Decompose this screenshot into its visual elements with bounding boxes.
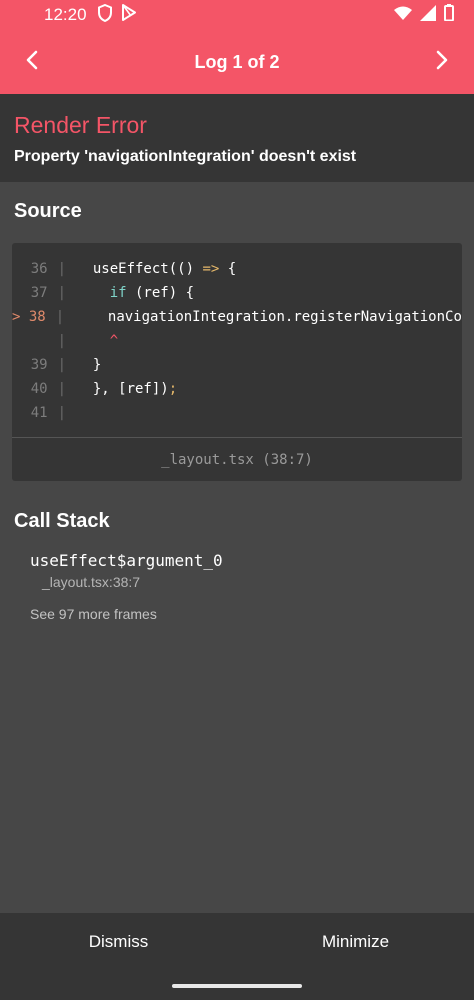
line-number: 37 [30,285,48,301]
code-line: 41 | [12,401,462,425]
divider [12,437,462,438]
error-caret: ^ [76,333,119,349]
code-lines: 36 | useEffect(() => { 37 | if (ref) { > 3… [12,243,462,425]
home-gesture-handle[interactable] [172,984,302,988]
status-time: 12:20 [44,5,87,24]
minimize-button[interactable]: Minimize [237,913,474,971]
status-bar: 12:20 [0,0,474,30]
code-file-location: _layout.tsx (38:7) [161,452,313,468]
line-number: 38 [28,309,46,325]
see-more-frames-button[interactable]: See 97 more frames [30,606,157,622]
code-line: 37 | if (ref) { [12,281,462,305]
code-text: navigationIntegration.registerNavigation… [107,309,462,325]
log-header: Log 1 of 2 [0,30,474,94]
code-line: 40 | }, [ref]); [12,377,462,401]
line-gutter: 40 | [30,381,66,397]
battery-icon [444,4,454,26]
line-number: 39 [30,357,48,373]
stack-frame-name[interactable]: useEffect$argument_0 [30,551,223,570]
wifi-icon [394,5,412,25]
line-gutter: 36 | [30,261,66,277]
code-text: if (ref) { [109,285,195,301]
line-marker: > [12,309,21,325]
error-message: Property 'navigationIntegration' doesn't… [14,148,357,165]
line-number: 36 [30,261,48,277]
code-text: useEffect(() => { [76,261,237,277]
line-gutter: 39 | [30,357,66,373]
source-heading: Source [14,200,82,222]
log-title: Log 1 of 2 [194,51,280,72]
line-gutter: | [57,333,66,349]
status-right-icons [394,4,454,26]
code-line: 36 | useEffect(() => { [12,257,462,281]
error-block: Render Error Property 'navigationIntegra… [0,94,474,182]
line-number: 40 [30,381,48,397]
dismiss-button[interactable]: Dismiss [0,913,237,971]
code-text: }, [ref]); [76,381,178,397]
chevron-left-icon [25,50,39,75]
line-gutter: 41 | [30,405,66,421]
code-line-highlighted: > 38 | navigationIntegration.registerNavi… [12,305,462,329]
next-log-button[interactable] [412,30,472,94]
line-number: 41 [30,405,48,421]
code-frame[interactable]: 36 | useEffect(() => { 37 | if (ref) { > 3… [12,243,462,481]
line-gutter: 37 | [30,285,66,301]
footer-bar: Dismiss Minimize [0,913,474,971]
play-store-icon [121,4,137,26]
code-text: } [76,357,102,373]
shield-icon [97,3,113,27]
chevron-right-icon [435,50,449,75]
stack-frame-location[interactable]: _layout.tsx:38:7 [42,574,140,590]
call-stack-heading: Call Stack [14,510,110,532]
previous-log-button[interactable] [2,30,62,94]
signal-icon [420,4,436,26]
code-line: 39 | } [12,353,462,377]
status-left-icons [97,3,137,27]
error-title: Render Error [14,112,147,138]
line-gutter: > 38 | [12,309,65,325]
code-line: | ^ [12,329,462,353]
